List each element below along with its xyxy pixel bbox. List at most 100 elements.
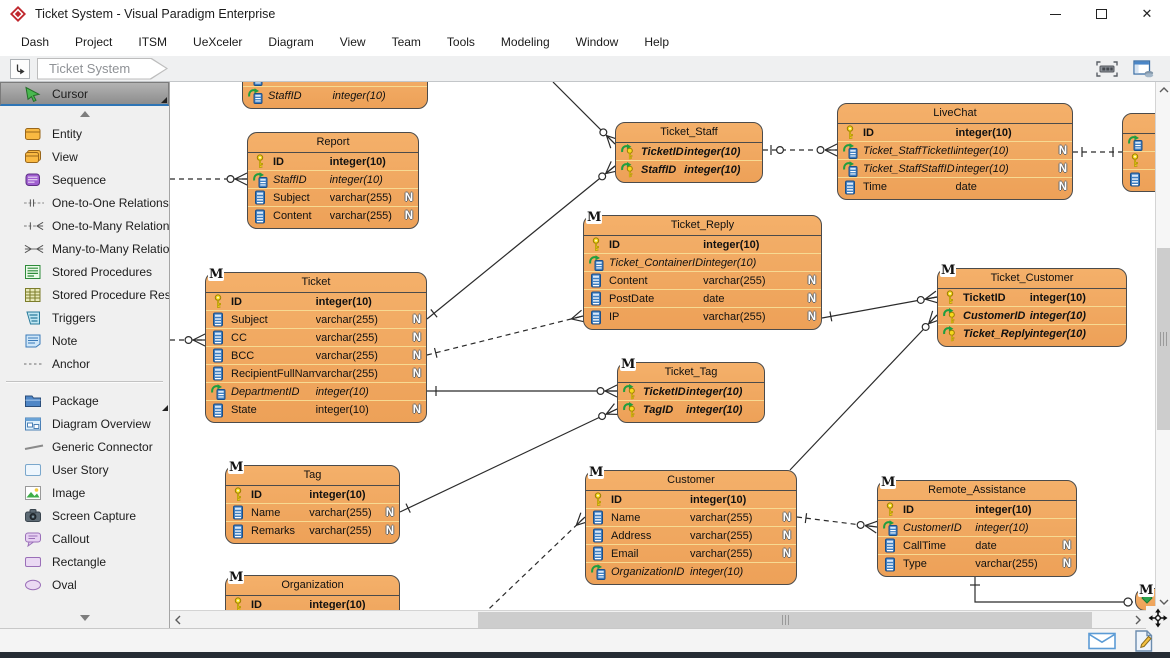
entity-column-row[interactable]: BCCvarchar(255)N	[206, 347, 426, 365]
entity-Ticket_Staff[interactable]: Ticket_StaffTicketIDinteger(10)StaffIDin…	[615, 122, 763, 183]
menu-item[interactable]: Project	[62, 35, 125, 49]
tool-callout[interactable]: Callout	[0, 527, 169, 550]
entity-Ticket_Customer[interactable]: MTicket_CustomerTicketIDinteger(10)Custo…	[937, 268, 1127, 347]
tool-user-story[interactable]: User Story	[0, 458, 169, 481]
entity-column-row[interactable]: IDinteger(10)	[248, 153, 418, 171]
entity-right-partial[interactable]	[1122, 113, 1155, 192]
tool-rectangle[interactable]: Rectangle	[0, 550, 169, 573]
tool-one-one[interactable]: One-to-One Relationship	[0, 191, 169, 214]
entity-column-row[interactable]: Stateinteger(10)N	[206, 401, 426, 419]
tool-view[interactable]: View	[0, 145, 169, 168]
entity-LiveChat[interactable]: LiveChatIDinteger(10)Ticket_StaffTicketI…	[837, 103, 1073, 200]
entity-Organization[interactable]: MOrganizationIDinteger(10)	[225, 575, 400, 610]
entity-column-row[interactable]: Emailvarchar(255)N	[586, 545, 796, 563]
entity-column-row[interactable]: IDinteger(10)	[226, 486, 399, 504]
fit-to-window-icon[interactable]	[1094, 58, 1120, 80]
entity-column-row[interactable]: Contentvarchar(255)N	[248, 207, 418, 225]
entity-column-row[interactable]: TicketIDinteger(10)	[618, 383, 764, 401]
menu-item[interactable]: Window	[563, 35, 632, 49]
menu-item[interactable]: Team	[379, 35, 434, 49]
entity-column-row[interactable]: Remarksvarchar(255)N	[226, 522, 399, 540]
tool-anchor[interactable]: Anchor	[0, 352, 169, 375]
tool-image[interactable]: Image	[0, 481, 169, 504]
entity-column-row[interactable]: Ticket_ContainerIDinteger(10)	[584, 254, 821, 272]
tool-note[interactable]: Note	[0, 329, 169, 352]
entity-column-row[interactable]: IDinteger(10)	[206, 293, 426, 311]
horizontal-scrollbar[interactable]	[170, 610, 1146, 628]
breadcrumb[interactable]: Ticket System	[37, 58, 171, 80]
scroll-up-button[interactable]	[1156, 82, 1170, 98]
entity-column-row[interactable]: Ticket_StaffTicketIDinteger(10)N	[838, 142, 1072, 160]
horizontal-scrollbar-thumb[interactable]	[478, 612, 1092, 628]
entity-column-row[interactable]: Subjectvarchar(255)N	[248, 189, 418, 207]
close-button[interactable]: ✕	[1124, 0, 1170, 28]
messages-icon[interactable]	[1088, 632, 1116, 650]
maximize-button[interactable]	[1078, 0, 1124, 28]
log-icon[interactable]	[1134, 630, 1154, 652]
entity-Ticket[interactable]: MTicketIDinteger(10)Subjectvarchar(255)N…	[205, 272, 427, 423]
pan-tool-button[interactable]	[1146, 606, 1170, 630]
entity-column-row[interactable]: Namevarchar(255)N	[226, 504, 399, 522]
entity-column-row[interactable]: RecipientFullNamevarchar(255)N	[206, 365, 426, 383]
entity-column-row[interactable]	[1123, 134, 1155, 152]
entity-column-row[interactable]: OrganizationIDinteger(10)	[586, 563, 796, 581]
entity-column-row[interactable]: Typevarchar(255)N	[878, 555, 1076, 573]
palette-collapse-up-button[interactable]	[0, 106, 169, 122]
menu-item[interactable]: ITSM	[125, 35, 180, 49]
entity-column-row[interactable]: CallTimedateN	[878, 537, 1076, 555]
entity-column-row[interactable]	[1123, 152, 1155, 170]
entity-Ticket_Reply[interactable]: MTicket_ReplyIDinteger(10)Ticket_Contain…	[583, 215, 822, 330]
entity-column-row[interactable]: IDinteger(10)	[878, 501, 1076, 519]
entity-column-row[interactable]: Ticket_ReplyIDinteger(10)	[938, 325, 1126, 343]
tool-package[interactable]: Package	[0, 389, 169, 412]
entity-column-row[interactable]: Ticket_StaffStaffIDinteger(10)N	[838, 160, 1072, 178]
tool-many-many[interactable]: Many-to-Many Relationship	[0, 237, 169, 260]
entity-column-row[interactable]: IDinteger(10)	[226, 596, 399, 610]
diagram-canvas[interactable]: StaffIDinteger(10)ReportIDinteger(10)Sta…	[170, 82, 1155, 610]
menu-item[interactable]: UeXceler	[180, 35, 255, 49]
tool-one-many[interactable]: One-to-Many Relationship	[0, 214, 169, 237]
tool-sequence[interactable]: Sequence	[0, 168, 169, 191]
entity-Ticket_Tag[interactable]: MTicket_TagTicketIDinteger(10)TagIDinteg…	[617, 362, 765, 423]
entity-column-row[interactable]: DepartmentIDinteger(10)	[206, 383, 426, 401]
scroll-left-button[interactable]	[170, 611, 186, 628]
menu-item[interactable]: View	[327, 35, 379, 49]
entity-column-row[interactable]: IDinteger(10)	[586, 491, 796, 509]
entity-Tag[interactable]: MTagIDinteger(10)Namevarchar(255)NRemark…	[225, 465, 400, 544]
entity-column-row[interactable]: TicketIDinteger(10)	[616, 143, 762, 161]
entity-column-row[interactable]: IDinteger(10)	[584, 236, 821, 254]
entity-column-row[interactable]: Contentvarchar(255)N	[584, 272, 821, 290]
entity-column-row[interactable]: StaffIDinteger(10)	[616, 161, 762, 179]
entity-column-row[interactable]: PostDatedateN	[584, 290, 821, 308]
tool-oval[interactable]: Oval	[0, 573, 169, 596]
menu-item[interactable]: Modeling	[488, 35, 563, 49]
entity-Customer[interactable]: MCustomerIDinteger(10)Namevarchar(255)NA…	[585, 470, 797, 585]
entity-column-row[interactable]: IDinteger(10)	[838, 124, 1072, 142]
tool-triggers[interactable]: Triggers	[0, 306, 169, 329]
entity-column-row[interactable]: StaffIDinteger(10)	[248, 171, 418, 189]
entity-column-row[interactable]: TicketIDinteger(10)	[938, 289, 1126, 307]
tool-stored-procedures[interactable]: Stored Procedures	[0, 260, 169, 283]
entity-column-row[interactable]: Addressvarchar(255)N	[586, 527, 796, 545]
entity-column-row[interactable]: Subjectvarchar(255)N	[206, 311, 426, 329]
scroll-right-button[interactable]	[1130, 611, 1146, 628]
entity-column-row[interactable]: TagIDinteger(10)	[618, 401, 764, 419]
entity-column-row[interactable]: CustomerIDinteger(10)	[938, 307, 1126, 325]
vertical-scrollbar-thumb[interactable]	[1157, 248, 1170, 430]
minimize-button[interactable]	[1032, 0, 1078, 28]
tool-entity[interactable]: Entity	[0, 122, 169, 145]
overview-panel-icon[interactable]	[1130, 58, 1156, 80]
menu-item[interactable]: Diagram	[255, 35, 326, 49]
entity-Remote_Assistance[interactable]: MRemote_AssistanceIDinteger(10)CustomerI…	[877, 480, 1077, 577]
entity-column-row[interactable]: Namevarchar(255)N	[586, 509, 796, 527]
menu-item[interactable]: Dash	[8, 35, 62, 49]
entity-column-row[interactable]: CCvarchar(255)N	[206, 329, 426, 347]
diagram-navigator-button[interactable]	[10, 59, 30, 79]
entity-column-row[interactable]: StaffIDinteger(10)	[243, 87, 427, 105]
entity-column-row[interactable]: IPvarchar(255)N	[584, 308, 821, 326]
tool-generic-connector[interactable]: Generic Connector	[0, 435, 169, 458]
entity-column-row[interactable]: TimedateN	[838, 178, 1072, 196]
menu-item[interactable]: Tools	[434, 35, 488, 49]
entity-Report[interactable]: ReportIDinteger(10)StaffIDinteger(10)Sub…	[247, 132, 419, 229]
tool-cursor[interactable]: Cursor	[0, 82, 169, 106]
